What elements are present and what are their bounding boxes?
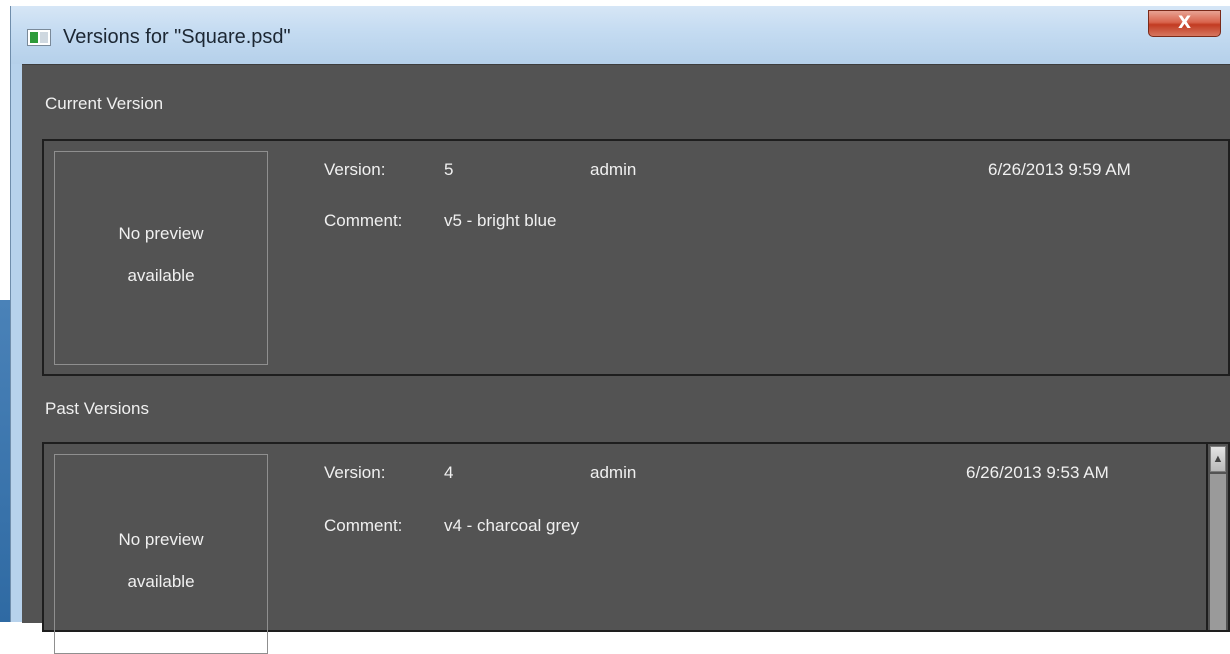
app-icon (27, 29, 51, 46)
version-timestamp: 6/26/2013 9:53 AM (966, 463, 1109, 482)
version-number: 5 (444, 160, 454, 179)
close-icon: X (1177, 13, 1192, 33)
preview-text-line2: available (127, 266, 195, 285)
vertical-scrollbar[interactable]: ▲ (1206, 444, 1228, 630)
window-title: Versions for "Square.psd" (63, 26, 291, 48)
versions-dialog: Versions for "Square.psd" X Current Vers… (10, 6, 1230, 654)
scroll-up-button[interactable]: ▲ (1210, 446, 1226, 472)
preview-thumbnail: No preview available (54, 454, 268, 654)
arrow-up-icon: ▲ (1212, 453, 1224, 465)
past-versions-list: No preview available Version: 4 admin 6/… (42, 442, 1230, 654)
preview-text-line2: available (127, 572, 195, 591)
preview-text-line1: No preview (118, 530, 204, 549)
comment-label: Comment: (324, 516, 403, 535)
version-label: Version: (324, 463, 386, 482)
version-author: admin (590, 463, 637, 482)
current-version-heading: Current Version (45, 94, 164, 113)
version-comment: v5 - bright blue (444, 211, 557, 230)
comment-label: Comment: (324, 211, 403, 230)
version-timestamp: 6/26/2013 9:59 AM (988, 160, 1131, 179)
preview-thumbnail: No preview available (54, 151, 268, 365)
version-label: Version: (324, 160, 386, 179)
close-button[interactable]: X (1148, 10, 1221, 37)
version-author: admin (590, 160, 637, 179)
window-frame-edge (0, 300, 10, 622)
preview-text-line1: No preview (118, 224, 204, 243)
version-comment: v4 - charcoal grey (444, 516, 580, 535)
current-version-panel[interactable]: No preview available Version: 5 admin 6/… (42, 139, 1230, 376)
dialog-body: Current Version No preview available Ver… (22, 64, 1230, 654)
past-versions-heading: Past Versions (45, 399, 149, 418)
version-number: 4 (444, 463, 454, 482)
title-bar[interactable]: Versions for "Square.psd" X (11, 6, 1230, 64)
scroll-thumb[interactable] (1210, 474, 1226, 630)
